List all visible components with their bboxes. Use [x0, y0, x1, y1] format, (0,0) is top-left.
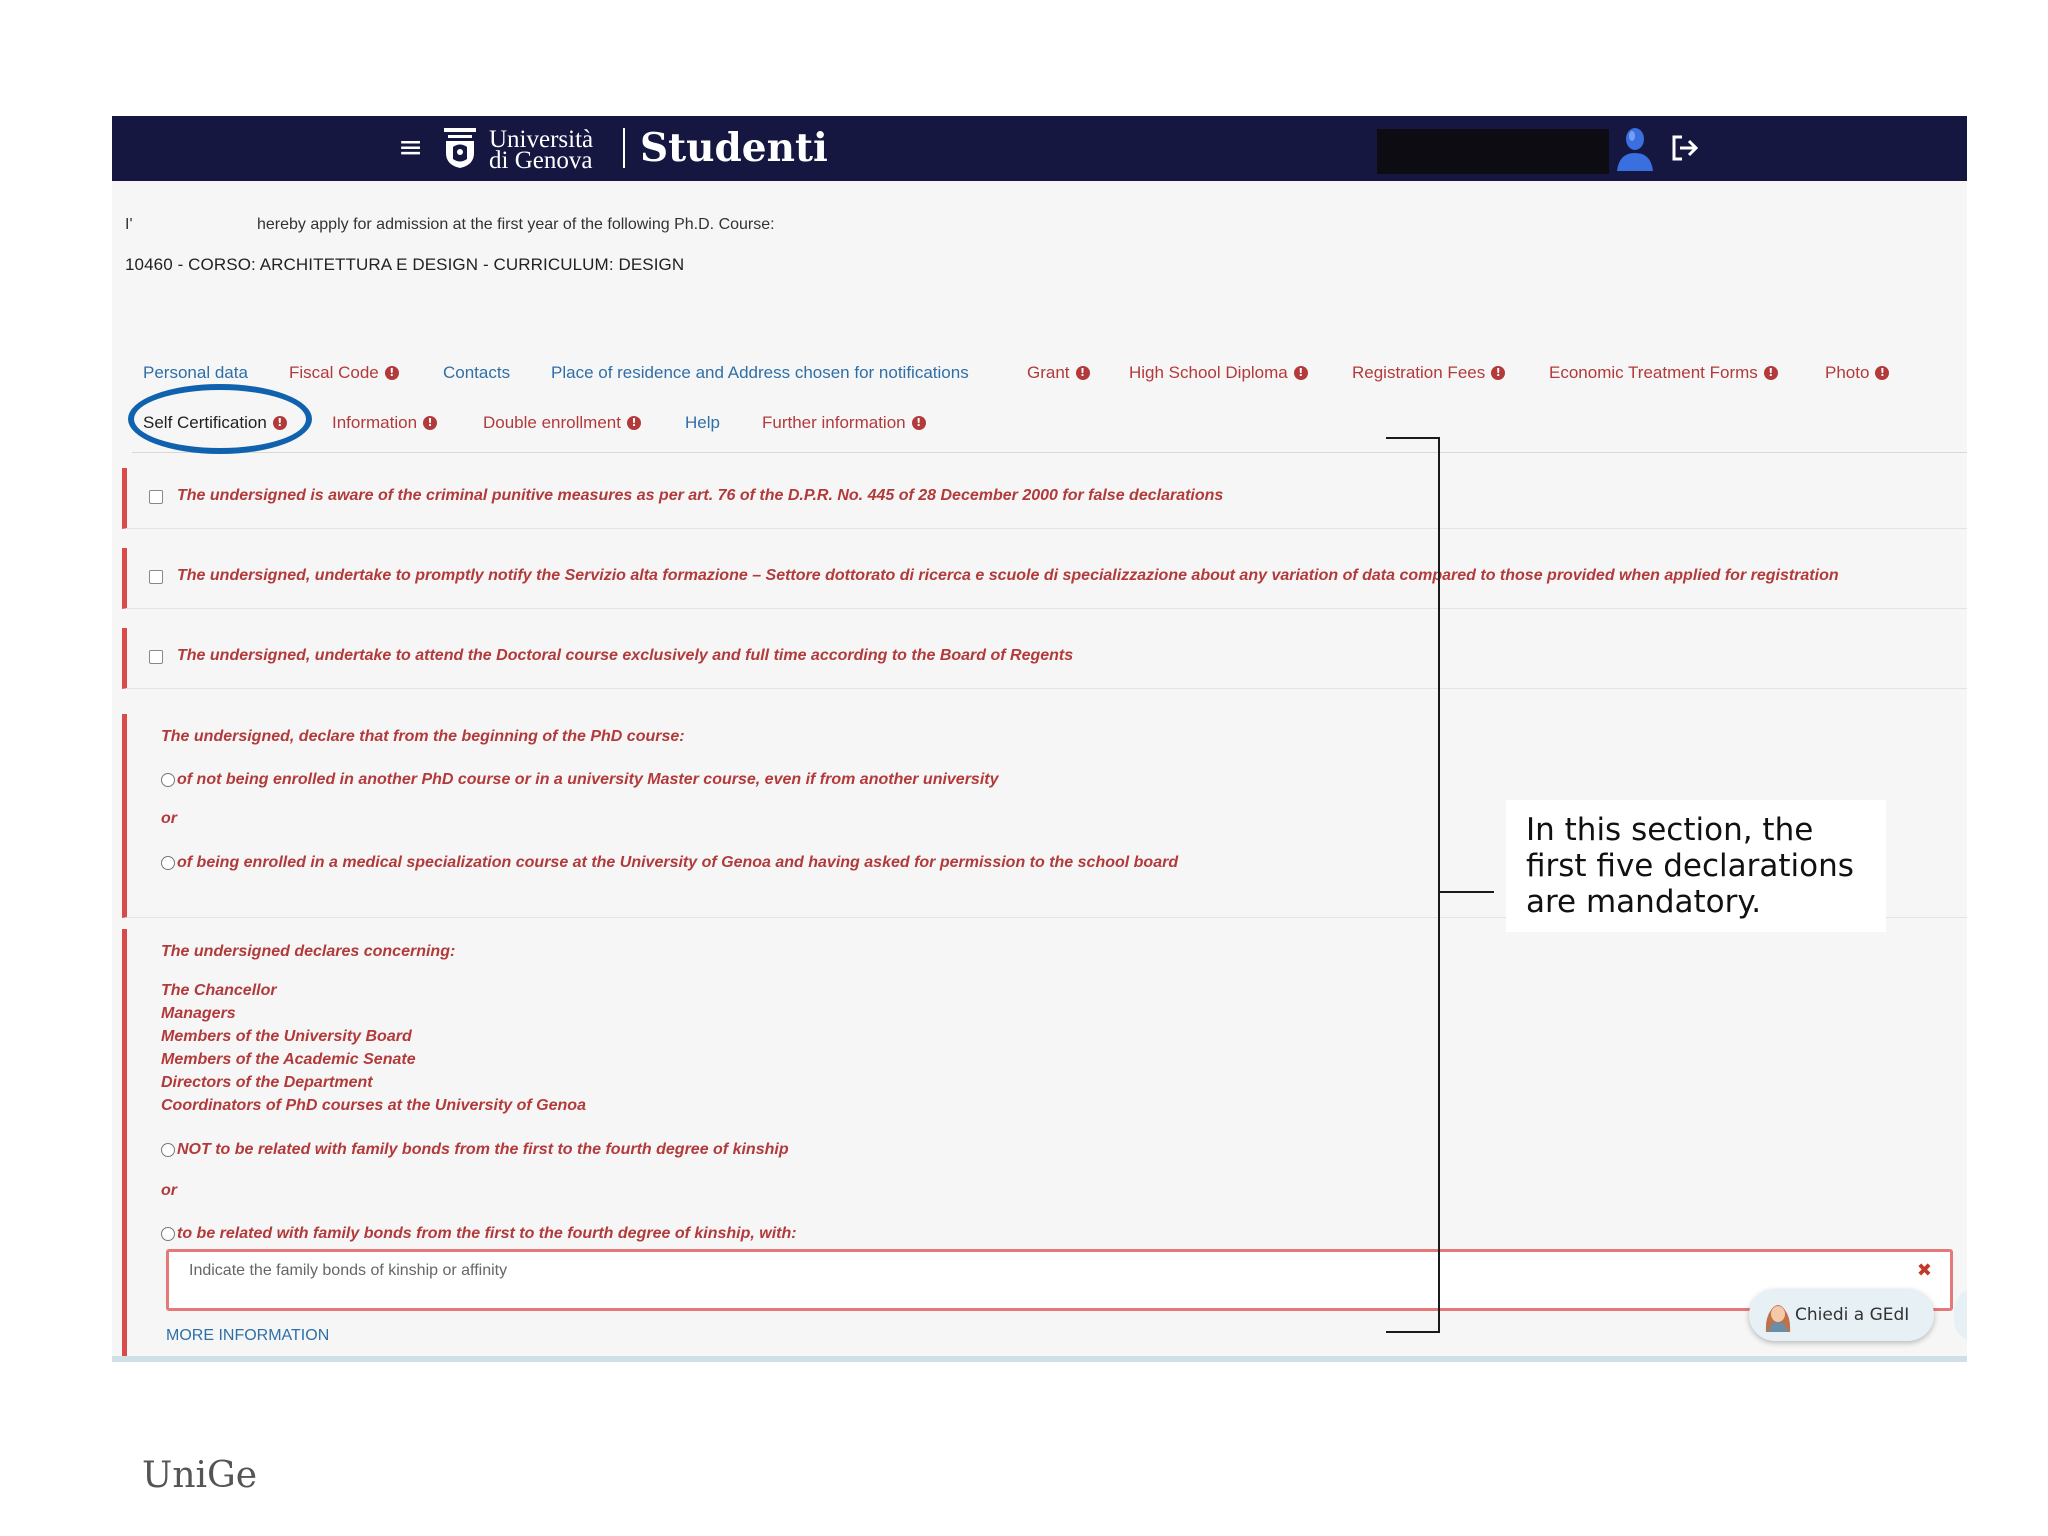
tab-label: Registration Fees: [1352, 363, 1486, 382]
declaration-panel-3: The undersigned, undertake to attend the…: [122, 628, 1967, 689]
kinship-input-wrapper: ✖: [166, 1249, 1953, 1311]
role-department-directors: Directors of the Department: [161, 1074, 373, 1091]
tab-contacts[interactable]: Contacts: [443, 363, 510, 383]
tab-self-certification[interactable]: Self Certification!: [143, 413, 287, 433]
warning-icon: !: [1763, 366, 1778, 380]
warning-icon: !: [911, 416, 926, 430]
top-bar: ≡ Università di Genova Studenti: [112, 116, 1967, 181]
warning-icon: !: [423, 416, 438, 430]
tab-double-enrollment[interactable]: Double enrollment!: [483, 413, 641, 433]
declaration-2-text: The undersigned, undertake to promptly n…: [177, 567, 1839, 584]
tab-grant[interactable]: Grant!: [1027, 363, 1090, 383]
tab-information[interactable]: Information!: [332, 413, 438, 433]
tabs-divider: [132, 452, 1967, 453]
declaration-panel-1: The undersigned is aware of the criminal…: [122, 468, 1967, 529]
declaration-4-or: or: [161, 810, 177, 827]
declaration-4-option-2-radio[interactable]: [161, 856, 175, 870]
declaration-5-option-2-radio[interactable]: [161, 1227, 175, 1241]
tab-personal-data[interactable]: Personal data: [143, 363, 248, 383]
declaration-4-title: The undersigned, declare that from the b…: [161, 728, 685, 745]
screenshot-frame: ≡ Università di Genova Studenti I' hereb…: [112, 116, 1967, 1362]
menu-icon[interactable]: ≡: [398, 133, 423, 163]
declaration-1-checkbox[interactable]: [149, 490, 163, 504]
more-information-link[interactable]: MORE INFORMATION: [166, 1327, 329, 1345]
logo-divider: [623, 128, 625, 168]
declaration-5-option-1-label: NOT to be related with family bonds from…: [177, 1141, 789, 1158]
warning-icon: !: [1075, 366, 1090, 380]
declaration-5-or: or: [161, 1182, 177, 1199]
annotation-bracket: [1386, 437, 1440, 1333]
annotation-bracket-pointer: [1440, 891, 1494, 893]
footer-logo: UniGe: [142, 1455, 258, 1496]
warning-icon: !: [1293, 366, 1308, 380]
tab-fiscal-code[interactable]: Fiscal Code!: [289, 363, 399, 383]
warning-icon: !: [1491, 366, 1506, 380]
declaration-5-option-1-radio[interactable]: [161, 1143, 175, 1157]
tab-label: Double enrollment: [483, 413, 621, 432]
tab-photo[interactable]: Photo!: [1825, 363, 1890, 383]
declaration-panel-2: The undersigned, undertake to promptly n…: [122, 548, 1967, 609]
tab-label: Information: [332, 413, 418, 432]
tab-high-school-diploma[interactable]: High School Diploma!: [1129, 363, 1308, 383]
declaration-4-option-1-label: of not being enrolled in another PhD cou…: [177, 771, 999, 788]
tab-help[interactable]: Help: [685, 413, 720, 433]
warning-icon: !: [272, 416, 287, 430]
role-chancellor: The Chancellor: [161, 982, 277, 999]
declaration-1-text: The undersigned is aware of the criminal…: [177, 487, 1224, 504]
chat-assistant-button[interactable]: Chiedi a GEdI: [1749, 1289, 1934, 1341]
user-icon[interactable]: [1615, 125, 1655, 173]
role-managers: Managers: [161, 1005, 236, 1022]
logout-icon[interactable]: [1670, 134, 1700, 162]
tab-place-of-residence[interactable]: Place of residence and Address chosen fo…: [551, 363, 969, 383]
declaration-5-option-2-label: to be related with family bonds from the…: [177, 1225, 797, 1242]
warning-icon: !: [384, 366, 399, 380]
tab-label: Fiscal Code: [289, 363, 379, 382]
tab-registration-fees[interactable]: Registration Fees!: [1352, 363, 1506, 383]
assistant-avatar-icon: [1765, 1305, 1791, 1332]
tab-label: Place of residence and Address chosen fo…: [551, 363, 969, 382]
tab-label: Photo: [1825, 363, 1870, 382]
applicant-initial: I': [125, 216, 133, 233]
role-phd-coordinators: Coordinators of PhD courses at the Unive…: [161, 1097, 586, 1114]
declaration-3-checkbox[interactable]: [149, 650, 163, 664]
kinship-textarea[interactable]: [169, 1252, 1950, 1308]
warning-icon: !: [626, 416, 641, 430]
role-university-board: Members of the University Board: [161, 1028, 412, 1045]
chat-label: Chiedi a GEdI: [1795, 1305, 1910, 1325]
course-title: 10460 - CORSO: ARCHITETTURA E DESIGN - C…: [125, 255, 685, 274]
tab-label: Help: [685, 413, 720, 432]
warning-icon: !: [1875, 366, 1890, 380]
declaration-4-option-2-label: of being enrolled in a medical specializ…: [177, 854, 1179, 871]
tab-further-information[interactable]: Further information!: [762, 413, 926, 433]
app-title: Studenti: [640, 125, 828, 171]
tab-label: High School Diploma: [1129, 363, 1288, 382]
declaration-2-checkbox[interactable]: [149, 570, 163, 584]
tab-label: Economic Treatment Forms: [1549, 363, 1758, 382]
tab-label: Contacts: [443, 363, 511, 382]
university-crest-icon: [444, 128, 476, 168]
tab-label: Grant: [1027, 363, 1070, 382]
declaration-4-option-1-radio[interactable]: [161, 773, 175, 787]
redacted-username: [1377, 129, 1609, 174]
annotation-note: In this section, the first five declarat…: [1506, 800, 1886, 932]
role-academic-senate: Members of the Academic Senate: [161, 1051, 416, 1068]
declaration-3-text: The undersigned, undertake to attend the…: [177, 647, 1074, 664]
declaration-5-title: The undersigned declares concerning:: [161, 943, 456, 960]
tab-label: Personal data: [143, 363, 248, 382]
tab-label: Self Certification: [143, 413, 267, 432]
university-name-line2: di Genova: [489, 147, 593, 174]
tab-economic-treatment-forms[interactable]: Economic Treatment Forms!: [1549, 363, 1778, 383]
tab-label: Further information: [762, 413, 906, 432]
apply-statement: hereby apply for admission at the first …: [257, 216, 775, 233]
clear-icon[interactable]: ✖: [1917, 1260, 1932, 1281]
